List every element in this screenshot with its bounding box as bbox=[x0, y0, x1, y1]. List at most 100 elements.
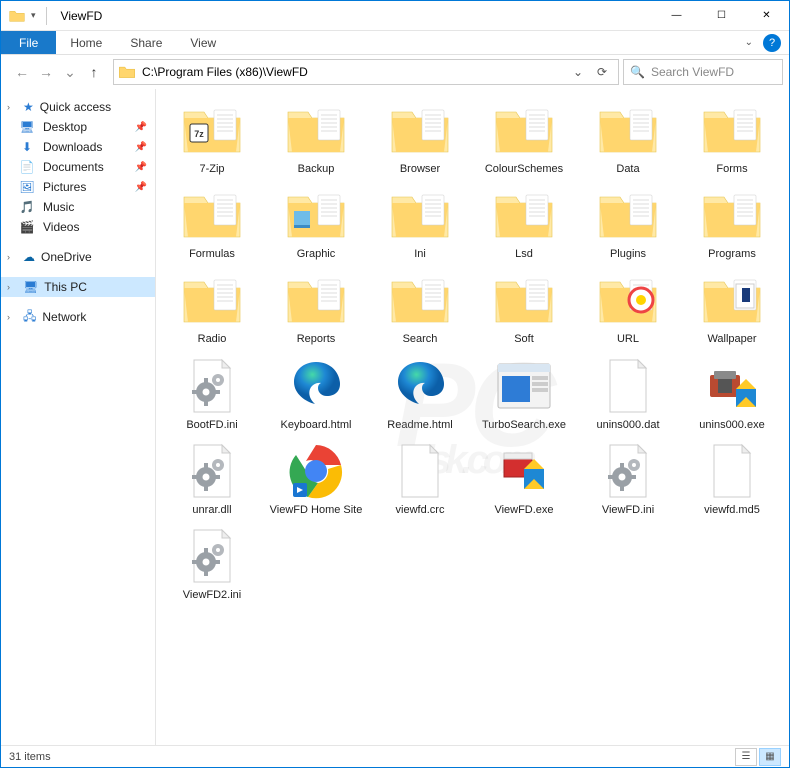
file-item[interactable]: Forms bbox=[680, 95, 784, 180]
sidebar-item-desktop[interactable]: 🖥Desktop📌 bbox=[1, 117, 155, 137]
file-item[interactable]: Search bbox=[368, 265, 472, 350]
file-item[interactable]: Soft bbox=[472, 265, 576, 350]
file-item[interactable]: viewfd.md5 bbox=[680, 436, 784, 521]
address-folder-icon bbox=[118, 65, 142, 79]
folder-preview-icon bbox=[280, 186, 352, 244]
address-bar[interactable]: C:\Program Files (x86)\ViewFD ⌄ ⟳ bbox=[113, 59, 619, 85]
file-item[interactable]: Keyboard.html bbox=[264, 351, 368, 436]
file-item[interactable]: Wallpaper bbox=[680, 265, 784, 350]
sidebar-item-downloads[interactable]: ⬇Downloads📌 bbox=[1, 137, 155, 157]
sidebar-item-videos[interactable]: 🎬Videos bbox=[1, 217, 155, 237]
sidebar-onedrive[interactable]: › ☁ OneDrive bbox=[1, 247, 155, 267]
search-box[interactable]: 🔍 Search ViewFD bbox=[623, 59, 783, 85]
folder-img-icon bbox=[696, 271, 768, 329]
file-item[interactable]: Data bbox=[576, 95, 680, 180]
ribbon-expand-icon[interactable]: ⌄ bbox=[739, 31, 759, 54]
file-item[interactable]: 7z7-Zip bbox=[160, 95, 264, 180]
file-area[interactable]: PCrisk.com 7z7-ZipBackupBrowserColourSch… bbox=[156, 89, 789, 745]
icons-view-button[interactable]: ▦ bbox=[759, 748, 781, 766]
file-label: unins000.exe bbox=[684, 419, 780, 432]
sidebar-network[interactable]: › 🖧 Network bbox=[1, 307, 155, 327]
onedrive-icon: ☁ bbox=[23, 250, 35, 264]
file-item[interactable]: Lsd bbox=[472, 180, 576, 265]
sidebar-this-pc[interactable]: › 🖥 This PC bbox=[1, 277, 155, 297]
file-item[interactable]: ColourSchemes bbox=[472, 95, 576, 180]
refresh-button[interactable]: ⟳ bbox=[590, 60, 614, 84]
up-button[interactable]: ↑ bbox=[83, 61, 105, 83]
sidebar-item-label: Pictures bbox=[43, 180, 86, 194]
tab-view[interactable]: View bbox=[176, 31, 230, 54]
edge-icon bbox=[280, 357, 352, 415]
file-item[interactable]: Backup bbox=[264, 95, 368, 180]
tab-home[interactable]: Home bbox=[56, 31, 116, 54]
file-label: Forms bbox=[684, 163, 780, 176]
help-button[interactable]: ? bbox=[763, 34, 781, 52]
sidebar-item-documents[interactable]: 📄Documents📌 bbox=[1, 157, 155, 177]
pin-icon: 📌 bbox=[135, 122, 147, 133]
file-label: ViewFD2.ini bbox=[164, 589, 260, 602]
file-item[interactable]: Graphic bbox=[264, 180, 368, 265]
pin-icon: 📌 bbox=[135, 162, 147, 173]
title-bar-left: ▾ ViewFD bbox=[1, 7, 110, 25]
file-item[interactable]: Plugins bbox=[576, 180, 680, 265]
minimize-button[interactable]: — bbox=[654, 1, 699, 31]
recent-locations-button[interactable]: ⌄ bbox=[59, 61, 81, 83]
sidebar-item-pictures[interactable]: 🖼Pictures📌 bbox=[1, 177, 155, 197]
file-item[interactable]: Browser bbox=[368, 95, 472, 180]
file-item[interactable]: Programs bbox=[680, 180, 784, 265]
file-item[interactable]: viewfd.crc bbox=[368, 436, 472, 521]
tab-share[interactable]: Share bbox=[116, 31, 176, 54]
file-item[interactable]: ViewFD.ini bbox=[576, 436, 680, 521]
folder-icon bbox=[384, 186, 456, 244]
search-placeholder: Search ViewFD bbox=[651, 65, 734, 79]
file-item[interactable]: Radio bbox=[160, 265, 264, 350]
details-view-button[interactable]: ☰ bbox=[735, 748, 757, 766]
file-item[interactable]: ViewFD Home Site bbox=[264, 436, 368, 521]
forward-button[interactable]: → bbox=[35, 61, 57, 83]
network-label: Network bbox=[42, 310, 86, 324]
folder-url-icon bbox=[592, 271, 664, 329]
sidebar-item-label: Documents bbox=[43, 160, 104, 174]
back-button[interactable]: ← bbox=[11, 61, 33, 83]
file-item[interactable]: unins000.exe bbox=[680, 351, 784, 436]
close-button[interactable]: ✕ bbox=[744, 1, 789, 31]
file-label: Keyboard.html bbox=[268, 419, 364, 432]
folder-icon bbox=[488, 186, 560, 244]
chrome-icon bbox=[280, 442, 352, 500]
sidebar-item-label: Downloads bbox=[43, 140, 102, 154]
pin-icon: 📌 bbox=[135, 182, 147, 193]
file-item[interactable]: Reports bbox=[264, 265, 368, 350]
sidebar: › ★ Quick access 🖥Desktop📌⬇Downloads📌📄Do… bbox=[1, 89, 156, 745]
file-item[interactable]: Formulas bbox=[160, 180, 264, 265]
file-label: Data bbox=[580, 163, 676, 176]
file-item[interactable]: TurboSearch.exe bbox=[472, 351, 576, 436]
file-item[interactable]: Readme.html bbox=[368, 351, 472, 436]
exe-unins-icon bbox=[696, 357, 768, 415]
address-dropdown-icon[interactable]: ⌄ bbox=[566, 60, 590, 84]
file-item[interactable]: unrar.dll bbox=[160, 436, 264, 521]
folder-icon bbox=[280, 271, 352, 329]
exe-window-icon bbox=[488, 357, 560, 415]
file-label: Browser bbox=[372, 163, 468, 176]
chevron-right-icon: › bbox=[7, 282, 17, 292]
file-tab[interactable]: File bbox=[1, 31, 56, 54]
ini-icon bbox=[176, 357, 248, 415]
maximize-button[interactable]: ☐ bbox=[699, 1, 744, 31]
quick-access-group: › ★ Quick access 🖥Desktop📌⬇Downloads📌📄Do… bbox=[1, 97, 155, 237]
file-item[interactable]: BootFD.ini bbox=[160, 351, 264, 436]
file-label: viewfd.crc bbox=[372, 504, 468, 517]
file-item[interactable]: unins000.dat bbox=[576, 351, 680, 436]
folder-icon bbox=[488, 271, 560, 329]
file-item[interactable]: ViewFD.exe bbox=[472, 436, 576, 521]
window-controls: — ☐ ✕ bbox=[654, 1, 789, 31]
file-item[interactable]: ViewFD2.ini bbox=[160, 521, 264, 606]
file-item[interactable]: Ini bbox=[368, 180, 472, 265]
file-item[interactable]: URL bbox=[576, 265, 680, 350]
file-label: ViewFD.ini bbox=[580, 504, 676, 517]
file-label: unins000.dat bbox=[580, 419, 676, 432]
sidebar-quick-access[interactable]: › ★ Quick access bbox=[1, 97, 155, 117]
qat-overflow-icon[interactable]: ▾ bbox=[31, 10, 36, 21]
sidebar-item-music[interactable]: 🎵Music bbox=[1, 197, 155, 217]
file-label: viewfd.md5 bbox=[684, 504, 780, 517]
search-icon: 🔍 bbox=[630, 65, 645, 79]
